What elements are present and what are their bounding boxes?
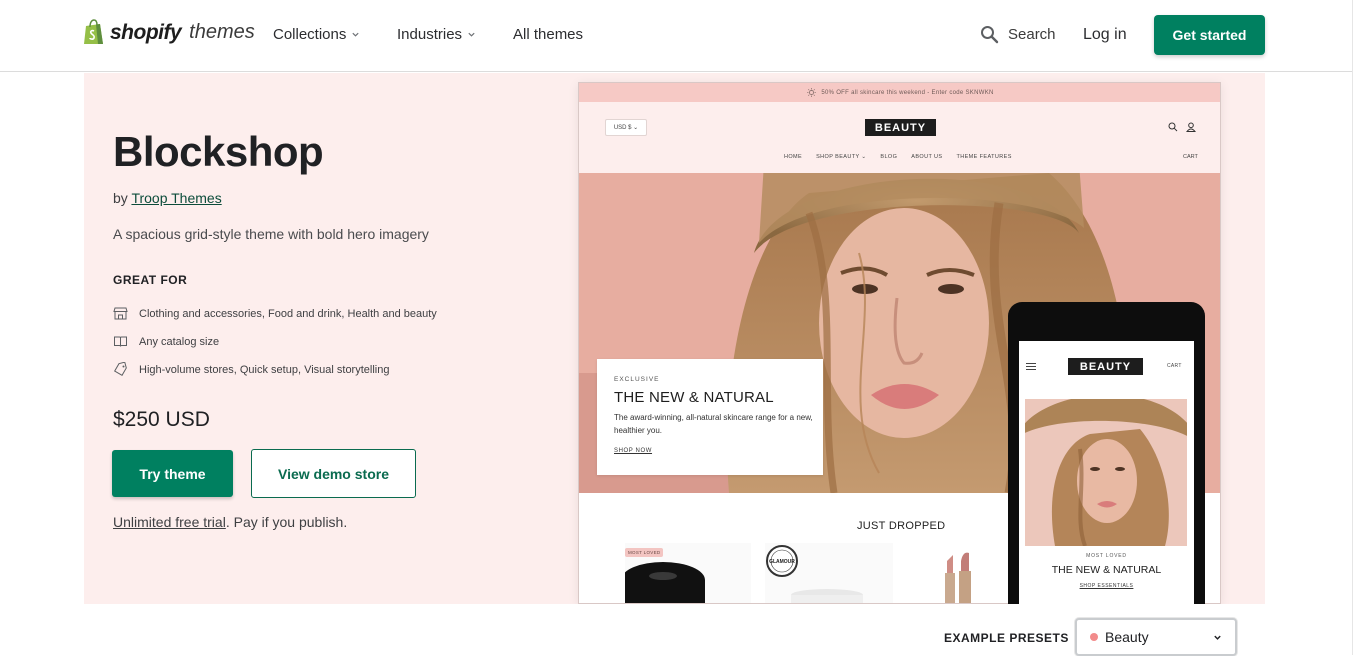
preview-nav: HOME SHOP BEAUTY ⌄ BLOG ABOUT US THEME F… [784, 154, 1012, 160]
announcement-text: 50% OFF all skincare this weekend - Ente… [821, 89, 994, 96]
mobile-shop-link: SHOP ESSENTIALS [1079, 583, 1134, 589]
currency-label: USD $ [613, 124, 632, 131]
nav-industries-label: Industries [397, 26, 463, 43]
search-label: Search [1008, 26, 1056, 43]
account-icon [1186, 122, 1196, 132]
store-icon [113, 307, 128, 320]
catalog-icon [114, 336, 127, 347]
login-link[interactable]: Log in [1083, 26, 1127, 44]
theme-price: $250 USD [113, 408, 210, 431]
nav-collections[interactable]: Collections [273, 26, 360, 43]
search-icon [981, 26, 999, 44]
mobile-hero-image [1025, 399, 1187, 546]
chevron-down-icon [352, 32, 359, 37]
trial-note-text: . Pay if you publish. [225, 514, 348, 530]
preview-header: USD $ ⌄ BEAUTY HOME SHOP BEAUTY ⌄ BLOG A… [579, 102, 1220, 173]
search-button[interactable]: Search [980, 25, 1056, 44]
mobile-cart-link: CART [1167, 363, 1182, 369]
free-trial-link[interactable]: Unlimited free trial [113, 514, 226, 530]
preview-nav-item: BLOG [880, 154, 898, 160]
preview-section-title: JUST DROPPED [857, 520, 946, 532]
woman-hat-photo [1025, 399, 1187, 546]
shopify-bag-icon [84, 19, 103, 44]
try-theme-button[interactable]: Try theme [112, 450, 233, 497]
currency-selector: USD $ ⌄ [605, 119, 647, 136]
product-tile: GLAMOUR [765, 543, 893, 603]
feature-item: Any catalog size [113, 334, 219, 349]
preview-header-icons [1168, 122, 1196, 132]
product-cream-image: GLAMOUR [766, 545, 863, 603]
chevron-down-icon [1214, 635, 1221, 640]
product-lipstick-image [945, 552, 971, 603]
feature-item: High-volume stores, Quick setup, Visual … [113, 362, 389, 377]
chevron-down-icon [468, 32, 475, 37]
feature-text: Any catalog size [139, 335, 220, 348]
preview-announcement-bar: 50% OFF all skincare this weekend - Ente… [579, 83, 1220, 102]
feature-item: Clothing and accessories, Food and drink… [113, 306, 437, 321]
nav-all-themes[interactable]: All themes [513, 26, 583, 43]
hamburger-menu-icon [1026, 363, 1036, 372]
preview-nav-item: SHOP BEAUTY ⌄ [816, 154, 867, 160]
preset-select[interactable]: Beauty [1075, 618, 1237, 656]
card-shop-link: SHOP NOW [614, 448, 653, 454]
tag-icon [114, 362, 127, 376]
theme-tagline: A spacious grid-style theme with bold he… [113, 226, 429, 242]
theme-byline: by Troop Themes [113, 190, 222, 206]
mobile-kicker: MOST LOVED [1086, 553, 1127, 559]
example-presets-label: EXAMPLE PRESETS [944, 631, 1069, 645]
preview-feature-card: EXCLUSIVE THE NEW & NATURAL The award-wi… [597, 359, 823, 475]
glamour-seal-text: GLAMOUR [769, 559, 795, 565]
card-text: The award-winning, all-natural skincare … [614, 413, 813, 435]
get-started-button[interactable]: Get started [1154, 15, 1265, 55]
feature-text: High-volume stores, Quick setup, Visual … [139, 363, 390, 376]
preset-selected-value: Beauty [1105, 629, 1149, 645]
sun-icon [807, 88, 817, 97]
search-icon [1168, 122, 1178, 132]
nav-industries[interactable]: Industries [397, 26, 476, 43]
preset-color-dot [1090, 633, 1098, 641]
nav-all-themes-label: All themes [513, 26, 584, 43]
logo-suffix: themes [189, 21, 255, 43]
product-tile [907, 543, 1007, 603]
shopify-themes-logo[interactable]: shopify themes [83, 19, 255, 46]
preview-nav-item: ABOUT US [911, 154, 943, 160]
theme-title: Blockshop [113, 128, 324, 175]
preview-nav-item: HOME [784, 154, 803, 160]
card-heading: THE NEW & NATURAL [614, 389, 774, 406]
top-navigation-bar: shopify themes Collections Industries All… [0, 0, 1353, 72]
byline-prefix: by [113, 190, 128, 206]
great-for-heading: GREAT FOR [113, 273, 188, 287]
preview-nav-item: THEME FEATURES [956, 154, 1012, 160]
store-logo: BEAUTY [865, 119, 936, 136]
feature-text: Clothing and accessories, Food and drink… [139, 307, 437, 320]
logo-wordmark: shopify [110, 20, 182, 44]
mobile-heading: THE NEW & NATURAL [1051, 564, 1162, 576]
preview-cart-link: CART [1183, 154, 1198, 160]
mobile-theme-preview[interactable]: BEAUTY CART MOST LOVED THE NEW & NATURAL… [1019, 341, 1194, 604]
view-demo-store-button[interactable]: View demo store [251, 449, 416, 498]
author-link[interactable]: Troop Themes [131, 190, 221, 206]
nav-collections-label: Collections [273, 26, 347, 43]
most-loved-badge: MOST LOVED [625, 548, 664, 557]
card-kicker: EXCLUSIVE [614, 376, 660, 383]
trial-note: Unlimited free trial. Pay if you publish… [113, 514, 347, 530]
mobile-store-logo: BEAUTY [1068, 358, 1143, 375]
